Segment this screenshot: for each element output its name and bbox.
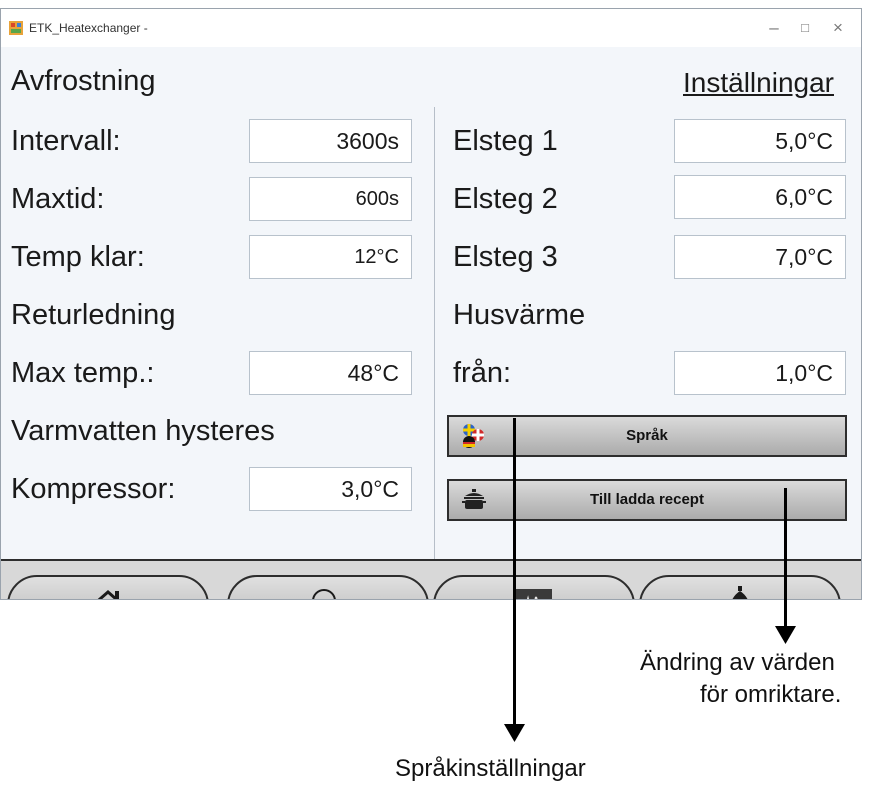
tempready-label: Temp klar: (11, 241, 145, 273)
settings-link[interactable]: Inställningar (683, 67, 834, 99)
inverter-arrow-line (784, 488, 787, 628)
search-icon (312, 589, 336, 599)
compressor-label: Kompressor: (11, 473, 176, 505)
language-annotation: Språkinställningar (395, 755, 586, 782)
inverter-annotation-line1: Ändring av värden (640, 649, 835, 676)
elsteg3-label: Elsteg 3 (453, 241, 558, 273)
maximize-button[interactable]: □ (790, 15, 820, 41)
load-recipe-button[interactable]: Till ladda recept (447, 479, 847, 521)
minimize-button[interactable]: – (759, 15, 789, 41)
inverter-annotation-line2: för omriktare. (700, 681, 842, 708)
window-title: ETK_Heatexchanger - (29, 21, 148, 35)
elsteg2-field[interactable]: 6,0°C (674, 175, 846, 219)
tempready-field[interactable]: 12°C (249, 235, 412, 279)
defrost-heading: Avfrostning (11, 65, 156, 97)
maxtime-label: Maxtid: (11, 183, 105, 215)
elsteg3-field[interactable]: 7,0°C (674, 235, 846, 279)
settings-panel: Avfrostning Intervall: 3600s Maxtid: 600… (1, 47, 861, 599)
maxtime-field[interactable]: 600s (249, 177, 412, 221)
inverter-arrow-head (775, 626, 796, 644)
alarm-button[interactable] (639, 575, 841, 599)
language-arrow-head (504, 724, 525, 742)
app-window: ETK_Heatexchanger - – □ × Avfrostning In… (0, 8, 862, 600)
elsteg1-label: Elsteg 1 (453, 125, 558, 157)
from-label: från: (453, 357, 512, 389)
compressor-field[interactable]: 3,0°C (249, 467, 412, 511)
home-button[interactable] (7, 575, 209, 599)
load-recipe-button-label: Till ladda recept (590, 491, 704, 508)
trend-button[interactable] (433, 575, 635, 599)
app-icon (9, 21, 23, 35)
hotwater-heading: Varmvatten hysteres (11, 415, 275, 447)
language-arrow-line (513, 418, 516, 728)
column-divider (434, 107, 435, 562)
maxtemp-label: Max temp.: (11, 357, 155, 389)
maxtemp-field[interactable]: 48°C (249, 351, 412, 395)
elsteg1-field[interactable]: 5,0°C (674, 119, 846, 163)
interval-label: Intervall: (11, 125, 121, 157)
bell-icon (732, 586, 748, 599)
trend-icon (516, 589, 552, 599)
title-bar: ETK_Heatexchanger - – □ × (1, 9, 861, 47)
search-button[interactable] (227, 575, 429, 599)
home-icon (97, 590, 119, 599)
bottom-nav (1, 559, 861, 599)
language-flags-icon (463, 424, 484, 448)
elsteg2-label: Elsteg 2 (453, 183, 558, 215)
return-heading: Returledning (11, 299, 176, 331)
from-field[interactable]: 1,0°C (674, 351, 846, 395)
interval-field[interactable]: 3600s (249, 119, 412, 163)
house-heating-heading: Husvärme (453, 299, 586, 331)
close-button[interactable]: × (823, 15, 853, 41)
language-button[interactable]: Språk (447, 415, 847, 457)
pot-icon (462, 489, 486, 509)
language-button-label: Språk (626, 427, 668, 444)
